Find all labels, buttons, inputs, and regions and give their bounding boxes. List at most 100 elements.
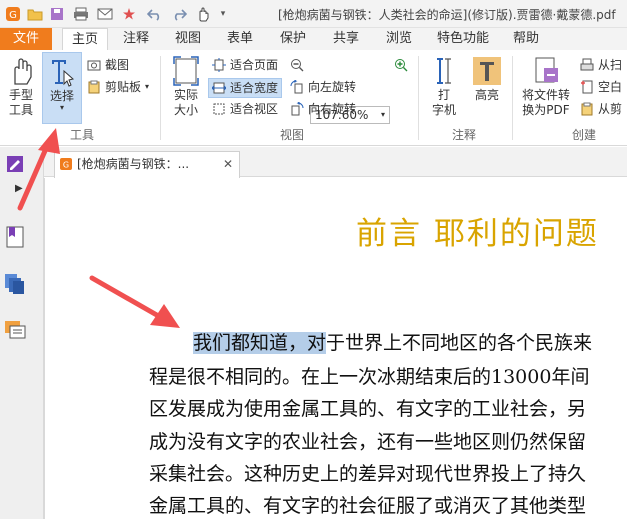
typewriter-icon (437, 58, 451, 84)
ribbon-separator (512, 56, 513, 140)
ribbon: 手型 工具 选择 ▾ 截图 剪贴板 ▾ 工具 实际 大小 适合页面 适合宽度 适… (0, 50, 627, 146)
print-icon[interactable] (72, 5, 90, 23)
text-line: 金属工具的、有文字的社会征服了或消灭了其他类型 (149, 495, 587, 517)
hand-tool-label: 手型 工具 (8, 88, 33, 117)
select-tool-label: 选择 (49, 89, 74, 103)
comments-panel-icon[interactable] (4, 319, 26, 344)
rotate-right-label: 向右旋转 (308, 102, 357, 116)
menu-tab-bar: 文件 主页 注释 视图 表单 保护 共享 浏览 特色功能 帮助 (0, 28, 627, 51)
customize-dropdown-icon[interactable]: ▾ (214, 5, 232, 23)
tab-protect[interactable]: 保护 (273, 28, 313, 50)
tab-form[interactable]: 表单 (220, 28, 260, 50)
open-icon[interactable] (26, 5, 44, 23)
tab-file[interactable]: 文件 (0, 28, 52, 50)
rotate-left-button[interactable]: 向左旋转 (290, 78, 356, 96)
zoom-dropdown-icon[interactable]: ▾ (381, 107, 385, 123)
fit-page-icon (212, 58, 226, 72)
svg-text:G: G (63, 161, 69, 170)
sidebar-toggle-icon[interactable] (6, 155, 24, 176)
clipboard-label: 剪贴板 (105, 80, 142, 94)
highlight-icon (473, 57, 501, 85)
email-icon[interactable] (96, 5, 114, 23)
rotate-right-button[interactable]: 向右旋转 (290, 100, 356, 118)
rotate-left-label: 向左旋转 (308, 80, 357, 94)
from-scanner-label: 从扫 (598, 58, 623, 72)
fit-page-label: 适合页面 (230, 58, 279, 72)
close-tab-icon[interactable]: ✕ (223, 152, 233, 176)
convert-pdf-icon (535, 57, 558, 83)
from-clipboard-icon (581, 102, 593, 116)
tab-share[interactable]: 共享 (326, 28, 366, 50)
fit-visible-button[interactable]: 适合视区 (212, 100, 278, 118)
hand-tool-button[interactable]: 手型 工具 (2, 56, 40, 118)
select-tool-button[interactable]: 选择 ▾ (42, 52, 82, 124)
fit-width-icon (212, 82, 226, 94)
pages-panel-icon[interactable] (4, 273, 26, 298)
text-line: 采集社会。这种历史上的差异对现代世界投上了持久 (149, 463, 587, 485)
clipboard-button[interactable]: 剪贴板 ▾ (87, 78, 149, 96)
title-bar: G ▾ [枪炮病菌与钢铁：人类社会的命运](修订版).贾雷德·戴蒙德.pdf (0, 0, 627, 28)
blank-page-button[interactable]: 空白 (580, 78, 622, 96)
clipboard-dropdown-icon: ▾ (145, 82, 150, 91)
line-text: 于世界上不同地区的各个民族来 (326, 332, 593, 354)
svg-text:G: G (9, 10, 17, 21)
actual-size-icon (173, 56, 199, 86)
fit-width-button[interactable]: 适合宽度 (208, 78, 283, 98)
screenshot-button[interactable]: 截图 (87, 56, 129, 74)
annot-group-label: 注释 (452, 128, 477, 142)
convert-pdf-label: 将文件转 换为PDF (521, 88, 570, 117)
document-tab-title: [枪炮病菌与钢铁：... (77, 157, 190, 171)
convert-to-pdf-button[interactable]: 将文件转 换为PDF (518, 56, 574, 118)
redo-icon[interactable] (170, 5, 188, 23)
clipboard-icon (88, 80, 100, 94)
actual-size-label: 实际 大小 (173, 88, 198, 117)
bookmark-panel-icon[interactable] (5, 225, 25, 252)
hand-icon (14, 58, 32, 85)
text-line[interactable]: 我们都知道，对于世界上不同地区的各个民族来 (193, 328, 592, 355)
zoom-out-button[interactable] (290, 56, 308, 74)
ribbon-separator (160, 56, 161, 140)
actual-size-button[interactable]: 实际 大小 (167, 56, 205, 118)
highlight-label: 高亮 (474, 88, 499, 102)
typewriter-button[interactable]: 打 字机 (426, 56, 462, 118)
from-clipboard-label: 从剪 (598, 102, 623, 116)
document-tab[interactable]: G [枪炮病菌与钢铁：... ✕ (54, 151, 240, 178)
pdf-file-icon: G (60, 158, 72, 170)
camera-icon (87, 60, 101, 71)
zoom-in-icon (395, 59, 408, 72)
zoom-out-icon (291, 59, 304, 72)
typewriter-label: 打 字机 (431, 88, 456, 117)
new-star-icon[interactable] (120, 5, 138, 23)
tab-features[interactable]: 特色功能 (430, 28, 496, 50)
tab-annotate[interactable]: 注释 (116, 28, 156, 50)
fit-visible-icon (213, 103, 225, 115)
blank-page-label: 空白 (598, 80, 623, 94)
app-logo-icon: G (4, 5, 22, 23)
fit-page-button[interactable]: 适合页面 (212, 56, 278, 74)
fit-width-label: 适合宽度 (230, 81, 279, 95)
view-group-label: 视图 (280, 128, 305, 142)
page-heading: 前言 耶利的问题 (356, 216, 599, 252)
document-page[interactable]: 前言 耶利的问题 我们都知道，对于世界上不同地区的各个民族来 程是很不相同的。在… (44, 178, 627, 519)
text-select-icon (52, 60, 75, 87)
rotate-left-icon (290, 80, 303, 94)
highlight-button[interactable]: 高亮 (468, 56, 506, 103)
rotate-right-icon (291, 102, 304, 116)
save-icon[interactable] (48, 5, 66, 23)
select-dropdown-icon: ▾ (59, 103, 64, 112)
blank-page-icon (581, 80, 593, 94)
from-scanner-button[interactable]: 从扫 (580, 56, 622, 74)
zoom-in-button[interactable] (394, 56, 412, 74)
tab-view[interactable]: 视图 (168, 28, 208, 50)
tab-home[interactable]: 主页 (62, 28, 108, 51)
hand-tool-quick-icon[interactable] (194, 5, 212, 23)
undo-icon[interactable] (146, 5, 164, 23)
tab-help[interactable]: 帮助 (506, 28, 546, 50)
selected-text[interactable]: 我们都知道，对 (193, 332, 327, 354)
fit-visible-label: 适合视区 (230, 102, 279, 116)
expand-panel-icon[interactable]: ▶ (15, 183, 23, 194)
tab-browse[interactable]: 浏览 (379, 28, 419, 50)
from-clipboard-button[interactable]: 从剪 (580, 100, 622, 118)
document-tab-strip: G [枪炮病菌与钢铁：... ✕ (44, 147, 627, 178)
tools-group-label: 工具 (70, 128, 95, 142)
